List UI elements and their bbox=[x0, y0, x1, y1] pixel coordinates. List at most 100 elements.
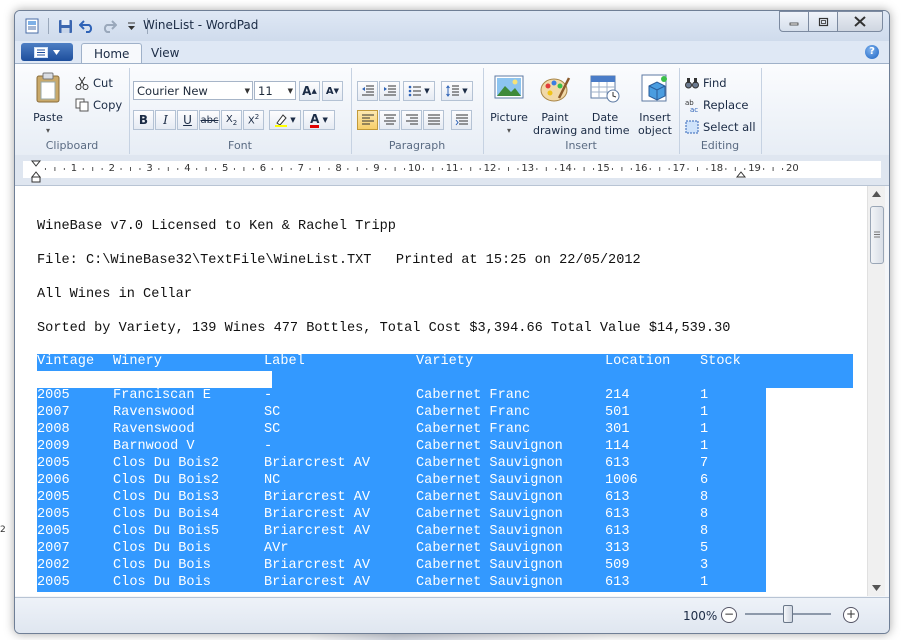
align-center-button[interactable] bbox=[379, 110, 400, 130]
scrollbar-thumb[interactable] bbox=[870, 206, 884, 264]
table-cell: 2005 bbox=[37, 490, 70, 505]
table-cell: Clos Du Bois bbox=[113, 575, 211, 590]
first-line-indent-marker[interactable] bbox=[30, 160, 42, 167]
ruler-number: 7 bbox=[297, 163, 304, 174]
paste-dropdown-icon[interactable]: ▾ bbox=[27, 124, 69, 137]
select-all-button[interactable]: Select all bbox=[685, 120, 756, 134]
insert-object-label: Insert object bbox=[638, 111, 672, 137]
hanging-indent-marker[interactable] bbox=[30, 171, 42, 178]
font-family-select[interactable]: Courier New ▼ bbox=[133, 81, 253, 100]
align-left-button[interactable] bbox=[357, 110, 378, 130]
chevron-down-icon: ▼ bbox=[287, 87, 293, 95]
table-cell: Clos Du Bois4 bbox=[113, 507, 220, 522]
table-cell: 313 bbox=[605, 541, 630, 556]
table-cell: 613 bbox=[605, 575, 630, 590]
zoom-slider-thumb[interactable] bbox=[783, 605, 793, 623]
paste-button[interactable]: Paste ▾ bbox=[27, 72, 69, 137]
insert-object-button[interactable]: Insert object bbox=[633, 72, 677, 137]
find-button[interactable]: Find bbox=[685, 76, 727, 90]
shrink-font-button[interactable]: A ▼ bbox=[322, 81, 343, 101]
ruler[interactable]: 1 2 3 4 5 6 7 8 9 10 11 12 13 14 15 16 17 18 19 20 bbox=[15, 155, 889, 186]
undo-icon[interactable] bbox=[78, 18, 96, 34]
ruler-number: 10 bbox=[408, 163, 421, 174]
italic-button[interactable]: I bbox=[155, 110, 176, 130]
text-color-button[interactable]: A ▼ bbox=[303, 110, 335, 130]
minimize-button[interactable] bbox=[779, 11, 809, 32]
document-page[interactable]: WineBase v7.0 Licensed to Ken & Rachel T… bbox=[15, 186, 867, 596]
table-cell: AVr bbox=[264, 541, 289, 556]
copy-button[interactable]: Copy bbox=[75, 98, 122, 112]
ruler-number: 20 bbox=[786, 163, 799, 174]
ruler-number: 3 bbox=[146, 163, 153, 174]
superscript-button[interactable]: X2 bbox=[243, 110, 264, 130]
table-cell: Cabernet Franc bbox=[416, 422, 531, 437]
date-and-time-label: Date and time bbox=[580, 111, 630, 137]
insert-object-icon bbox=[641, 74, 667, 102]
scroll-down-icon[interactable] bbox=[872, 585, 881, 591]
grow-font-button[interactable]: A ▲ bbox=[299, 81, 320, 101]
wordpad-app-icon[interactable] bbox=[23, 18, 41, 34]
scroll-up-icon[interactable] bbox=[872, 191, 881, 197]
replace-label: Replace bbox=[703, 98, 749, 112]
paint-drawing-button[interactable]: Paint drawing bbox=[533, 72, 577, 137]
ruler-number: 12 bbox=[483, 163, 497, 174]
highlight-color-button[interactable]: ▼ bbox=[269, 110, 301, 130]
close-button[interactable] bbox=[837, 11, 883, 32]
redo-icon[interactable] bbox=[100, 18, 118, 34]
selection-gap bbox=[272, 371, 853, 388]
table-cell: 501 bbox=[605, 405, 630, 420]
shrink-font-icon: A bbox=[325, 85, 334, 97]
picture-dropdown-icon[interactable]: ▾ bbox=[487, 124, 531, 137]
window-controls bbox=[779, 11, 883, 32]
table-cell: 2009 bbox=[37, 439, 70, 454]
table-cell: Briarcrest AV bbox=[264, 490, 371, 505]
table-cell: Clos Du Bois3 bbox=[113, 490, 220, 505]
justify-button[interactable] bbox=[423, 110, 444, 130]
date-and-time-button[interactable]: Date and time bbox=[580, 72, 630, 137]
insert-picture-button[interactable]: Picture ▾ bbox=[487, 72, 531, 137]
help-icon[interactable]: ? bbox=[865, 45, 879, 59]
save-icon[interactable] bbox=[56, 18, 74, 34]
line-spacing-button[interactable]: ▼ bbox=[441, 81, 473, 101]
align-right-button[interactable] bbox=[401, 110, 422, 130]
customize-qat-chevron-icon[interactable] bbox=[122, 18, 140, 34]
font-size-select[interactable]: 11 ▼ bbox=[254, 81, 296, 100]
table-cell: SC bbox=[264, 405, 281, 420]
align-left-icon bbox=[361, 114, 374, 125]
right-indent-marker[interactable] bbox=[735, 171, 747, 178]
font-group: Courier New ▼ 11 ▼ A ▲ A ▼ B I U abc X2 X2 ▼… bbox=[129, 68, 352, 154]
application-menu-button[interactable] bbox=[21, 43, 73, 61]
maximize-button[interactable] bbox=[808, 11, 838, 32]
decrease-indent-icon bbox=[361, 85, 374, 96]
copy-icon bbox=[75, 98, 89, 112]
ruler-number: 2 bbox=[108, 163, 115, 174]
tab-view[interactable]: View bbox=[139, 43, 191, 63]
tab-home[interactable]: Home bbox=[81, 43, 143, 64]
table-cell: Clos Du Bois bbox=[113, 558, 211, 573]
table-cell: Briarcrest AV bbox=[264, 456, 371, 471]
increase-indent-button[interactable] bbox=[379, 81, 400, 101]
title-bar[interactable]: WineList - WordPad bbox=[15, 11, 889, 41]
left-indent-marker[interactable] bbox=[31, 176, 41, 183]
underline-button[interactable]: U bbox=[177, 110, 198, 130]
justify-icon bbox=[427, 114, 440, 125]
replace-button[interactable]: ab ac Replace bbox=[685, 98, 749, 112]
decrease-indent-button[interactable] bbox=[357, 81, 378, 101]
strikethrough-button[interactable]: abc bbox=[199, 110, 220, 130]
bold-icon: B bbox=[138, 113, 149, 127]
paragraph-settings-button[interactable] bbox=[451, 110, 472, 130]
zoom-out-button[interactable]: − bbox=[721, 607, 737, 623]
table-header-cell: Stock bbox=[700, 354, 741, 369]
table-cell: 8 bbox=[700, 507, 709, 522]
subscript-button[interactable]: X2 bbox=[221, 110, 242, 130]
cut-button[interactable]: Cut bbox=[75, 76, 113, 90]
zoom-in-button[interactable]: + bbox=[843, 607, 859, 623]
table-header-cell: Winery bbox=[113, 354, 162, 369]
vertical-scrollbar[interactable] bbox=[867, 186, 885, 596]
clipboard-group-label: Clipboard bbox=[45, 139, 99, 152]
ribbon-tab-bar: Home View ? bbox=[15, 41, 889, 64]
table-cell: Cabernet Sauvignon bbox=[416, 456, 563, 471]
bold-button[interactable]: B bbox=[133, 110, 154, 130]
table-cell: Cabernet Sauvignon bbox=[416, 490, 563, 505]
bullets-button[interactable]: ▼ bbox=[403, 81, 435, 101]
